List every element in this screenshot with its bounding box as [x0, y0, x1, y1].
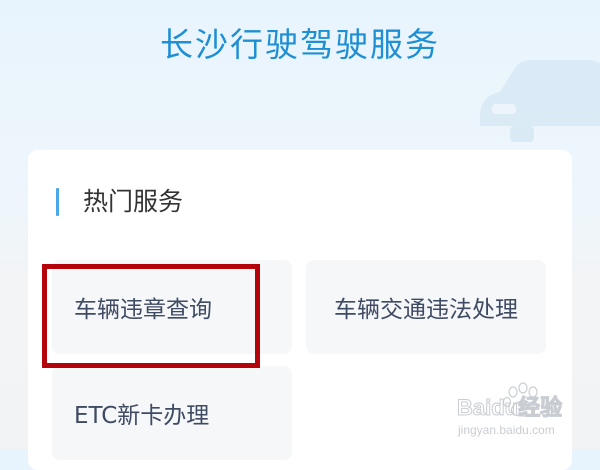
- car-illustration: [480, 60, 600, 142]
- service-traffic-violation-handling[interactable]: 车辆交通违法处理: [306, 260, 546, 354]
- section-title: 热门服务: [83, 187, 184, 216]
- baidu-jingyan-watermark: Baidu经验 jingyan.baidu.com: [457, 382, 563, 437]
- service-etc-new-card[interactable]: ETC新卡办理: [52, 366, 292, 460]
- highlight-box: [42, 264, 260, 368]
- section-accent-bar: [56, 188, 59, 216]
- service-label: ETC新卡办理: [74, 403, 210, 429]
- service-label: 车辆交通违法处理: [334, 297, 518, 323]
- watermark-brand: Baidu经验: [457, 395, 562, 420]
- watermark-url: jingyan.baidu.com: [457, 423, 555, 437]
- section-header: 热门服务: [56, 186, 183, 218]
